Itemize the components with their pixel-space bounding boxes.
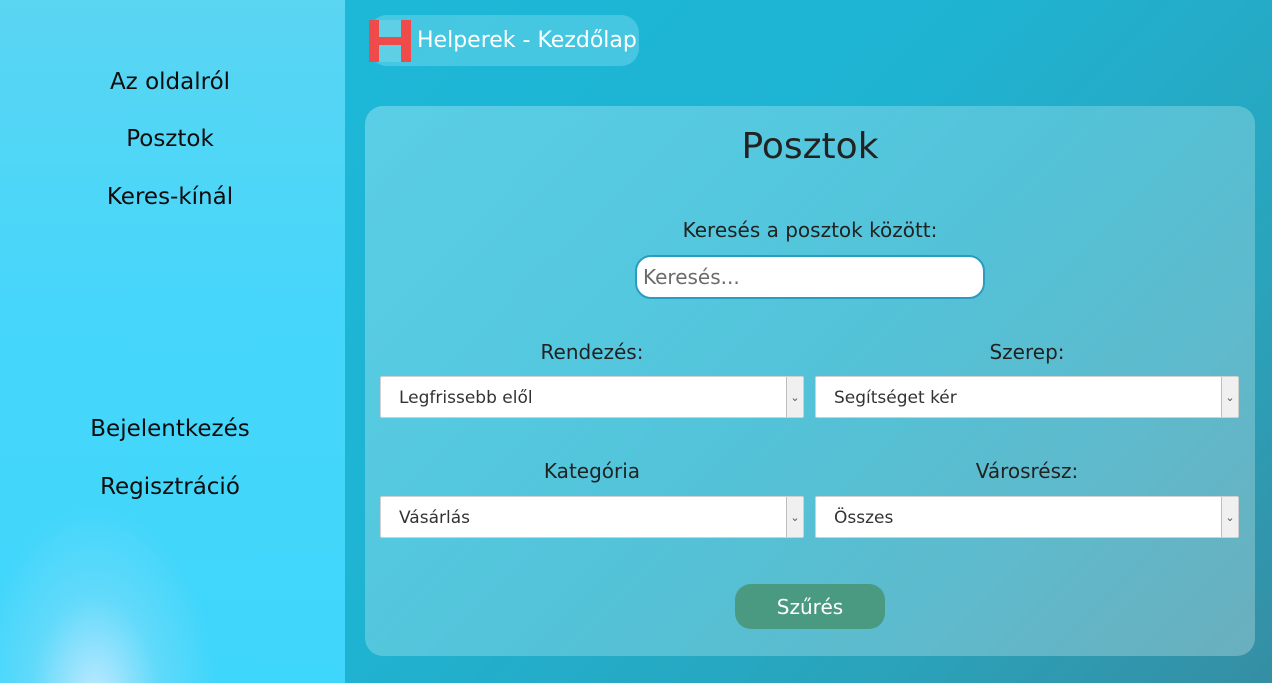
sidebar-item-register[interactable]: Regisztráció — [0, 474, 340, 500]
sidebar-item-about[interactable]: Az oldalról — [0, 69, 340, 95]
chevron-down-icon: ⌄ — [786, 377, 803, 417]
chevron-down-icon: ⌄ — [1221, 497, 1238, 537]
sidebar-item-login[interactable]: Bejelentkezés — [0, 416, 340, 442]
main-area: Helperek - Kezdőlap Posztok Keresés a po… — [345, 0, 1272, 683]
category-label: Kategória — [543, 459, 641, 483]
sort-label: Rendezés: — [540, 340, 644, 364]
sidebar-item-posts[interactable]: Posztok — [0, 126, 340, 152]
role-label: Szerep: — [989, 340, 1065, 364]
role-select-value: Segítséget kér — [834, 388, 957, 408]
home-link[interactable]: Helperek - Kezdőlap — [369, 15, 639, 66]
chevron-down-icon: ⌄ — [1221, 377, 1238, 417]
sidebar-item-search-offer[interactable]: Keres-kínál — [0, 184, 340, 210]
district-select[interactable]: Összes ⌄ — [815, 496, 1239, 538]
logo-icon — [369, 19, 411, 62]
role-select[interactable]: Segítséget kér ⌄ — [815, 376, 1239, 418]
sidebar: Az oldalról Posztok Keres-kínál Bejelent… — [0, 0, 345, 683]
search-label: Keresés a posztok között: — [682, 218, 938, 242]
district-select-value: Összes — [834, 508, 894, 528]
search-input[interactable] — [635, 255, 985, 299]
brand-label: Helperek - Kezdőlap — [417, 28, 637, 53]
page-title: Posztok — [741, 126, 879, 167]
filter-button[interactable]: Szűrés — [735, 584, 885, 629]
chevron-down-icon: ⌄ — [786, 497, 803, 537]
category-select-value: Vásárlás — [399, 508, 470, 528]
district-label: Városrész: — [975, 459, 1079, 483]
category-select[interactable]: Vásárlás ⌄ — [380, 496, 804, 538]
posts-filter-card: Posztok Keresés a posztok között: Rendez… — [365, 106, 1255, 656]
sort-select-value: Legfrissebb elől — [399, 388, 533, 408]
sort-select[interactable]: Legfrissebb elől ⌄ — [380, 376, 804, 418]
